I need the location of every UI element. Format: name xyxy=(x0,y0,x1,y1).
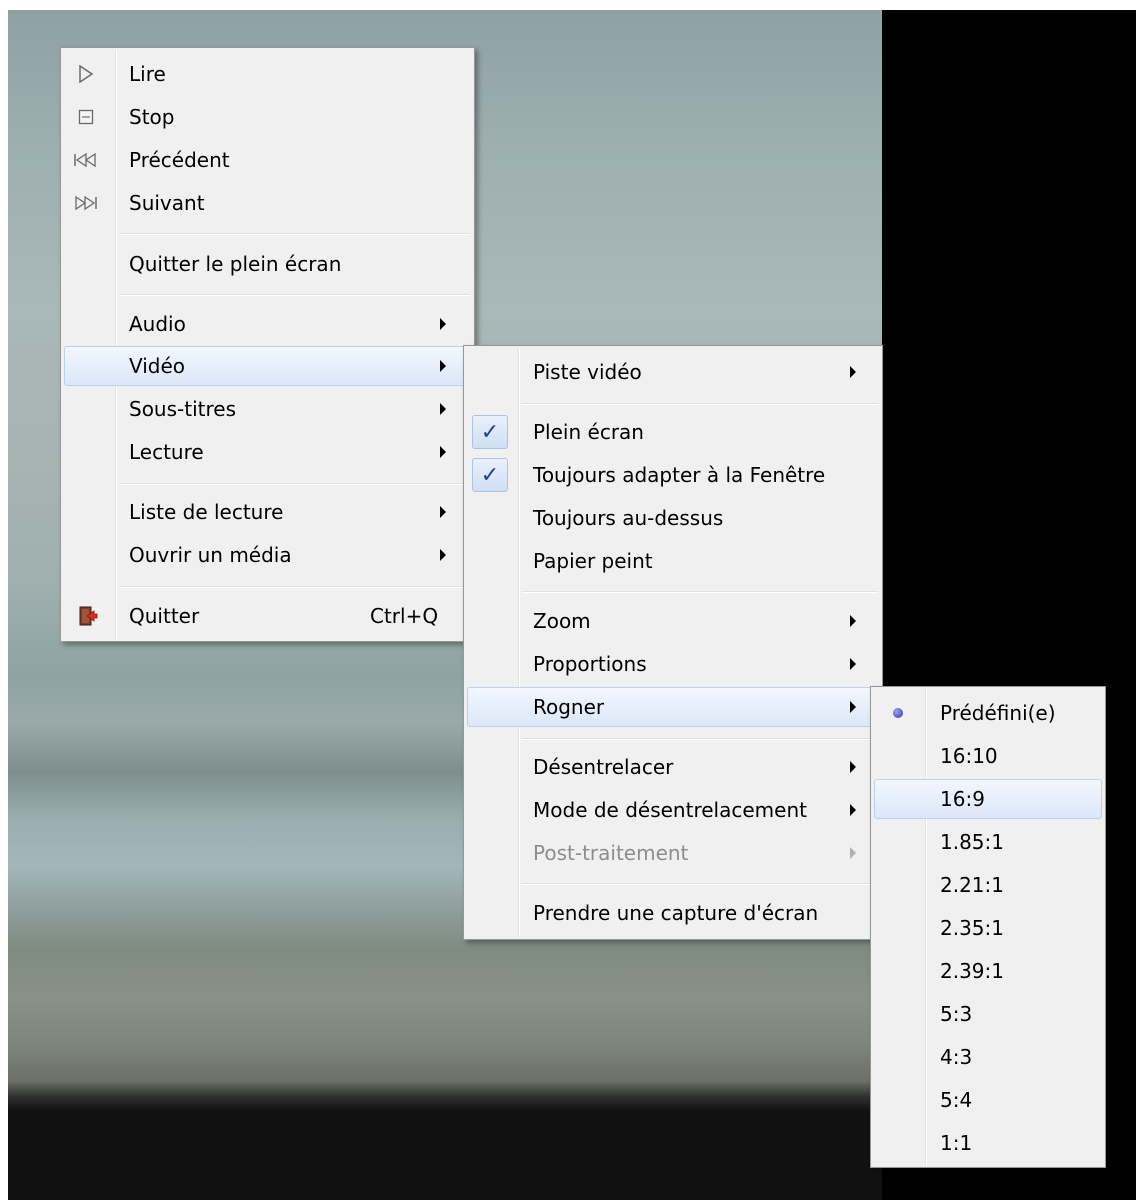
menu-item-video-track[interactable]: Piste vidéo xyxy=(467,352,879,392)
submenu-arrow-icon xyxy=(440,446,446,458)
submenu-arrow-icon xyxy=(850,701,856,713)
submenu-arrow-icon xyxy=(440,360,446,372)
video-submenu: Piste vidéo ✓ Plein écran ✓ Toujours ada… xyxy=(463,345,883,940)
menu-item-always-on-top[interactable]: Toujours au-dessus xyxy=(467,498,879,538)
crop-option[interactable]: 1.85:1 xyxy=(874,822,1102,862)
submenu-arrow-icon xyxy=(850,366,856,378)
menu-item-snapshot[interactable]: Prendre une capture d'écran xyxy=(467,893,879,933)
submenu-arrow-icon xyxy=(440,403,446,415)
radio-selected-icon xyxy=(887,702,909,724)
menu-item-stop[interactable]: Stop xyxy=(64,97,471,137)
submenu-arrow-icon xyxy=(850,761,856,773)
check-icon: ✓ xyxy=(472,415,508,449)
menu-item-video[interactable]: Vidéo xyxy=(64,346,471,386)
menu-item-post-processing: Post-traitement xyxy=(467,833,879,873)
submenu-arrow-icon xyxy=(850,804,856,816)
menu-item-playback[interactable]: Lecture xyxy=(64,432,471,472)
menu-separator xyxy=(119,483,470,485)
menu-item-play[interactable]: Lire xyxy=(64,54,471,94)
next-icon xyxy=(73,192,99,214)
menu-item-audio[interactable]: Audio xyxy=(64,304,471,344)
menu-separator xyxy=(119,294,470,296)
submenu-arrow-icon xyxy=(440,318,446,330)
menu-item-crop[interactable]: Rogner xyxy=(467,687,879,727)
main-context-menu: Lire Stop Précédent Suivant Quitter le p… xyxy=(60,47,475,642)
submenu-arrow-icon xyxy=(850,658,856,670)
menu-item-exit-fullscreen[interactable]: Quitter le plein écran xyxy=(64,244,471,284)
submenu-arrow-icon xyxy=(850,615,856,627)
crop-option[interactable]: 2.39:1 xyxy=(874,951,1102,991)
crop-option[interactable]: 16:10 xyxy=(874,736,1102,776)
menu-separator xyxy=(522,403,878,405)
previous-icon xyxy=(73,149,99,171)
menu-item-aspect-ratio[interactable]: Proportions xyxy=(467,644,879,684)
submenu-arrow-icon xyxy=(440,506,446,518)
menu-item-wallpaper[interactable]: Papier peint xyxy=(467,541,879,581)
menu-item-open-media[interactable]: Ouvrir un média xyxy=(64,535,471,575)
crop-option[interactable]: 4:3 xyxy=(874,1037,1102,1077)
crop-option[interactable]: 1:1 xyxy=(874,1123,1102,1163)
submenu-arrow-icon xyxy=(850,847,856,859)
crop-option-default[interactable]: Prédéfini(e) xyxy=(874,693,1102,733)
menu-item-quit[interactable]: Quitter Ctrl+Q xyxy=(64,596,471,636)
crop-option[interactable]: 5:3 xyxy=(874,994,1102,1034)
submenu-arrow-icon xyxy=(440,549,446,561)
menu-item-fullscreen[interactable]: ✓ Plein écran xyxy=(467,412,879,452)
play-icon xyxy=(75,63,97,85)
exit-door-icon xyxy=(77,605,99,627)
stop-icon xyxy=(75,106,97,128)
menu-separator xyxy=(522,591,878,593)
crop-option[interactable]: 5:4 xyxy=(874,1080,1102,1120)
menu-separator xyxy=(522,883,878,885)
crop-submenu: Prédéfini(e) 16:10 16:9 1.85:1 2.21:1 2.… xyxy=(870,686,1106,1168)
crop-option[interactable]: 2.21:1 xyxy=(874,865,1102,905)
menu-item-fit-window[interactable]: ✓ Toujours adapter à la Fenêtre xyxy=(467,455,879,495)
menu-item-subtitles[interactable]: Sous-titres xyxy=(64,389,471,429)
menu-item-previous[interactable]: Précédent xyxy=(64,140,471,180)
menu-item-zoom[interactable]: Zoom xyxy=(467,601,879,641)
crop-option[interactable]: 16:9 xyxy=(874,779,1102,819)
menu-item-next[interactable]: Suivant xyxy=(64,183,471,223)
menu-separator xyxy=(119,233,470,235)
menu-item-deinterlace-mode[interactable]: Mode de désentrelacement xyxy=(467,790,879,830)
menu-item-deinterlace[interactable]: Désentrelacer xyxy=(467,747,879,787)
menu-separator xyxy=(119,586,470,588)
crop-option[interactable]: 2.35:1 xyxy=(874,908,1102,948)
check-icon: ✓ xyxy=(472,458,508,492)
menu-item-playlist[interactable]: Liste de lecture xyxy=(64,492,471,532)
menu-separator xyxy=(522,738,878,740)
